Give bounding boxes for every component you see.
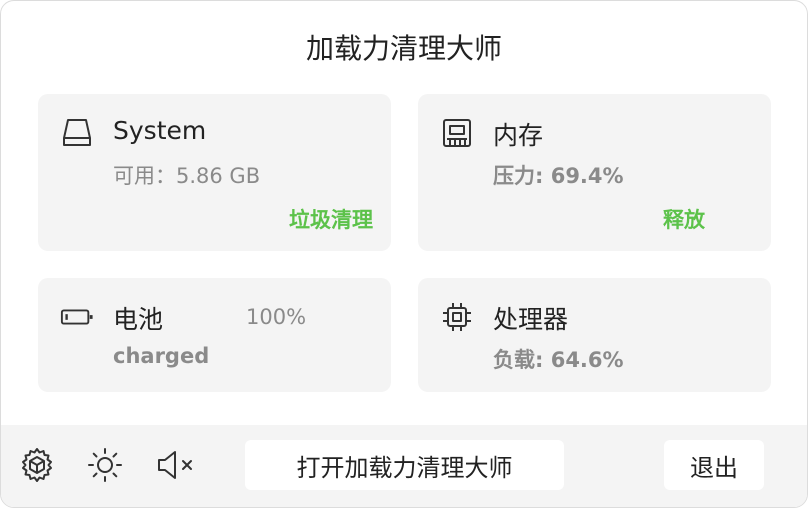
quit-button[interactable]: 退出 [664, 440, 764, 490]
release-memory-button[interactable]: 释放 [663, 204, 705, 234]
disk-icon [60, 116, 94, 150]
cpu-load: 负载: 64.6% [493, 348, 624, 372]
memory-card-title: 内存 [493, 121, 544, 150]
cpu-card: 处理器 负载: 64.6% [418, 278, 771, 392]
cpu-icon [440, 300, 474, 334]
open-app-button[interactable]: 打开加载力清理大师 [245, 440, 564, 490]
battery-status: charged [113, 344, 210, 368]
speaker-mute-icon[interactable] [155, 443, 199, 487]
battery-icon [60, 300, 94, 334]
popover-panel: 加载力清理大师 System 可用：5.86 GB 垃圾清理 内存 压力: 69… [0, 0, 808, 508]
system-free-space: 可用：5.86 GB [113, 164, 261, 188]
system-card-title: System [113, 116, 207, 145]
battery-percent: 100% [246, 305, 307, 329]
brightness-icon[interactable] [83, 443, 127, 487]
memory-chip-icon [440, 116, 474, 150]
gear-icon[interactable] [15, 443, 59, 487]
app-title: 加载力清理大师 [305, 32, 502, 65]
system-disk-card: System 可用：5.86 GB 垃圾清理 [38, 94, 391, 251]
memory-card: 内存 压力: 69.4% 释放 [418, 94, 771, 251]
memory-pressure: 压力: 69.4% [493, 164, 624, 188]
cpu-card-title: 处理器 [493, 305, 569, 334]
junk-clean-button[interactable]: 垃圾清理 [289, 204, 373, 234]
battery-card-title: 电池 [113, 305, 164, 334]
battery-card: 电池 100% charged [38, 278, 391, 392]
bottom-toolbar: 打开加载力清理大师 退出 [1, 425, 807, 507]
